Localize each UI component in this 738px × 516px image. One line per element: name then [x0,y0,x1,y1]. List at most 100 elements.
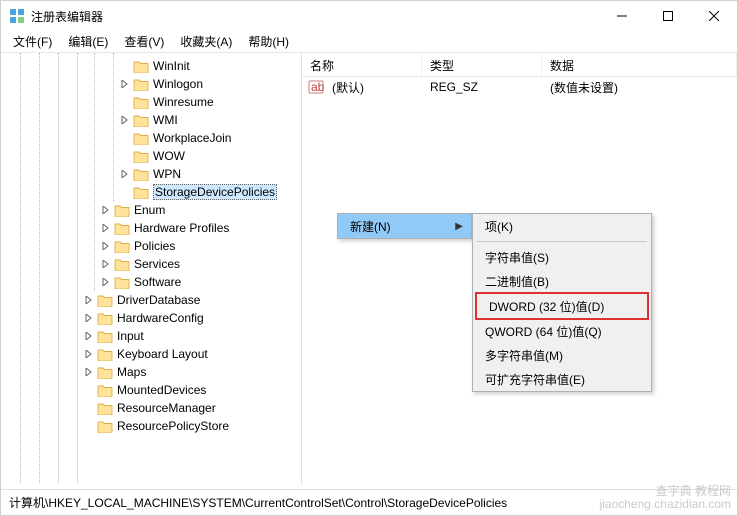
menu-help[interactable]: 帮助(H) [240,31,297,52]
tree-item-label: ResourceManager [117,401,216,415]
tree-item[interactable]: Enum [1,201,301,219]
regedit-icon [9,8,25,24]
context-menu-new[interactable]: 新建(N) ▶ [337,213,472,239]
tree-item-label: WPN [153,167,181,181]
col-name[interactable]: 名称 [302,53,422,76]
maximize-button[interactable] [645,1,691,31]
menu-item-label: QWORD (64 位)值(Q) [485,323,602,340]
expander-none [83,420,95,432]
tree-item-label: Winlogon [153,77,203,91]
expander-none [83,384,95,396]
tree-item[interactable]: Software [1,273,301,291]
menu-edit[interactable]: 编辑(E) [60,31,116,52]
menu-item-label: 多字符串值(M) [485,347,563,364]
tree-item[interactable]: Hardware Profiles [1,219,301,237]
tree-item[interactable]: WPN [1,165,301,183]
tree-item-label: WMI [153,113,178,127]
tree-item[interactable]: Winresume [1,93,301,111]
menu-item[interactable]: DWORD (32 位)值(D) [477,294,647,318]
expander-collapsed-icon[interactable] [100,240,112,252]
tree-item[interactable]: MountedDevices [1,381,301,399]
expander-collapsed-icon[interactable] [119,114,131,126]
menu-item[interactable]: 可扩充字符串值(E) [473,367,651,391]
menu-item[interactable]: QWORD (64 位)值(Q) [473,319,651,343]
tree-item[interactable]: ResourceManager [1,399,301,417]
tree-item[interactable]: Policies [1,237,301,255]
titlebar: 注册表编辑器 [1,1,737,31]
expander-none [119,60,131,72]
expander-none [119,150,131,162]
menu-file[interactable]: 文件(F) [5,31,60,52]
folder-icon [133,113,149,127]
folder-icon [97,365,113,379]
tree-item[interactable]: WOW [1,147,301,165]
menu-item[interactable]: 字符串值(S) [473,245,651,269]
expander-collapsed-icon[interactable] [83,348,95,360]
tree-item[interactable]: StorageDevicePolicies [1,183,301,201]
expander-collapsed-icon[interactable] [119,168,131,180]
string-value-icon: ab [308,79,324,95]
tree-item-label: WinInit [153,59,190,73]
tree-item-label: Maps [117,365,146,379]
col-data[interactable]: 数据 [542,53,737,76]
folder-icon [114,275,130,289]
tree-item[interactable]: ResourcePolicyStore [1,417,301,435]
menu-item-new[interactable]: 新建(N) ▶ [338,214,471,238]
submenu-arrow-icon: ▶ [455,221,463,232]
folder-icon [133,149,149,163]
menu-item-label: 可扩充字符串值(E) [485,371,585,388]
expander-collapsed-icon[interactable] [100,222,112,234]
folder-icon [97,293,113,307]
tree-item-label: Policies [134,239,175,253]
expander-none [119,132,131,144]
col-type[interactable]: 类型 [422,53,542,76]
tree-item[interactable]: WorkplaceJoin [1,129,301,147]
tree-item[interactable]: Keyboard Layout [1,345,301,363]
folder-icon [114,239,130,253]
minimize-button[interactable] [599,1,645,31]
tree-item-label: Software [134,275,181,289]
menu-item[interactable]: 二进制值(B) [473,269,651,293]
tree-item[interactable]: Maps [1,363,301,381]
expander-collapsed-icon[interactable] [100,258,112,270]
menu-item[interactable]: 项(K) [473,214,651,238]
expander-collapsed-icon[interactable] [100,276,112,288]
expander-collapsed-icon[interactable] [83,330,95,342]
expander-collapsed-icon[interactable] [83,366,95,378]
folder-icon [133,167,149,181]
menu-item[interactable]: 多字符串值(M) [473,343,651,367]
menu-item-label: 项(K) [485,218,513,235]
tree-item[interactable]: HardwareConfig [1,309,301,327]
tree-pane[interactable]: WinInit Winlogon Winresume WMI WorkplaceJoin… [1,53,302,485]
menu-favorites[interactable]: 收藏夹(A) [172,31,240,52]
expander-collapsed-icon[interactable] [83,312,95,324]
expander-collapsed-icon[interactable] [100,204,112,216]
tree-item[interactable]: Services [1,255,301,273]
menu-separator [477,241,647,242]
expander-collapsed-icon[interactable] [83,294,95,306]
list-row[interactable]: ab (默认) REG_SZ (数值未设置) [302,77,737,97]
tree-item-label: Input [117,329,144,343]
tree-item-label: Keyboard Layout [117,347,208,361]
cell-data: (数值未设置) [542,79,737,96]
tree-item-label: Services [134,257,180,271]
tree-item-label: Winresume [153,95,214,109]
tree-item[interactable]: Winlogon [1,75,301,93]
highlight-box: DWORD (32 位)值(D) [475,292,649,320]
expander-collapsed-icon[interactable] [119,78,131,90]
folder-icon [97,383,113,397]
tree-item[interactable]: WinInit [1,57,301,75]
expander-none [119,186,131,198]
tree-item-label: WorkplaceJoin [153,131,231,145]
tree-item[interactable]: Input [1,327,301,345]
tree-item-label: ResourcePolicyStore [117,419,229,433]
menu-item-label: 二进制值(B) [485,273,549,290]
tree-item[interactable]: WMI [1,111,301,129]
folder-icon [114,257,130,271]
context-submenu-new[interactable]: 项(K) 字符串值(S) 二进制值(B) DWORD (32 位)值(D) QWORD … [472,213,652,392]
menu-item-label: 字符串值(S) [485,249,549,266]
close-button[interactable] [691,1,737,31]
tree-item[interactable]: DriverDatabase [1,291,301,309]
folder-icon [133,77,149,91]
menu-view[interactable]: 查看(V) [116,31,172,52]
